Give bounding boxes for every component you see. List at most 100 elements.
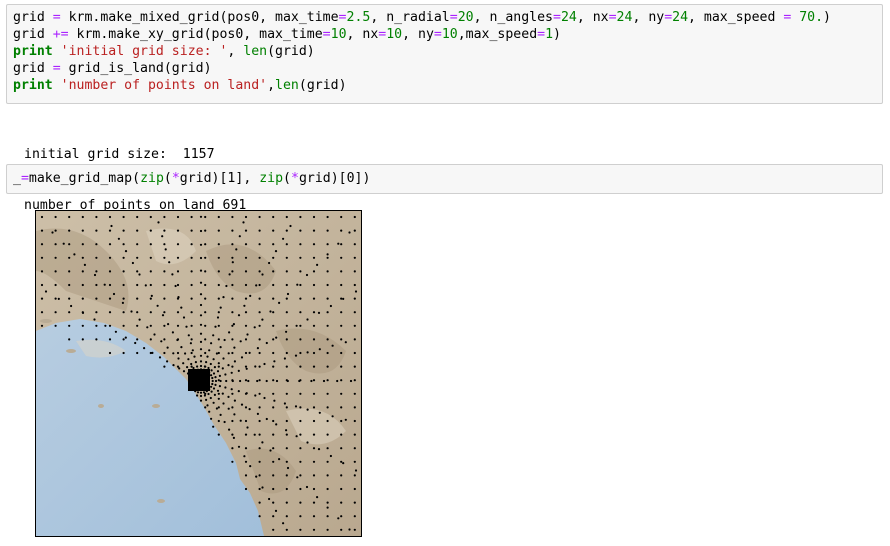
grid-point	[261, 273, 264, 276]
grid-point	[210, 369, 213, 372]
grid-point	[239, 419, 242, 422]
grid-point	[244, 324, 248, 327]
grid-point	[273, 399, 276, 402]
grid-point	[199, 391, 203, 394]
grid-point	[108, 256, 112, 259]
grid-point	[231, 270, 234, 273]
grid-point	[340, 515, 343, 518]
grid-point	[174, 284, 177, 288]
grid-point	[54, 283, 57, 287]
grid-point	[265, 379, 268, 383]
grid-point	[199, 360, 203, 363]
grid-point	[217, 215, 220, 219]
grid-point	[231, 256, 234, 259]
code-token: , n_angles	[473, 10, 553, 25]
grid-point	[122, 324, 125, 327]
grid-point	[340, 351, 343, 355]
grid-point	[209, 362, 212, 366]
grid-point	[326, 324, 329, 327]
grid-point	[217, 433, 220, 436]
grid-point	[51, 231, 54, 234]
grid-point	[176, 283, 180, 287]
grid-point	[176, 311, 180, 314]
grid-point	[244, 433, 248, 436]
grid-point	[212, 372, 216, 375]
code-line: grid = grid_is_land(grid)	[13, 60, 876, 77]
grid-point	[326, 215, 329, 219]
grid-point	[340, 487, 343, 491]
grid-point	[231, 392, 234, 395]
grid-point	[326, 501, 329, 504]
grid-point	[68, 297, 71, 300]
grid-point	[312, 419, 316, 423]
grid-point	[269, 310, 272, 313]
grid-point	[258, 215, 261, 219]
grid-point	[217, 338, 220, 341]
grid-point	[171, 273, 174, 276]
grid-point	[40, 256, 44, 259]
grid-point	[153, 333, 156, 336]
grid-point	[231, 297, 234, 300]
grid-point	[286, 466, 290, 470]
grid-point	[231, 215, 234, 219]
grid-point	[353, 406, 356, 409]
grid-point	[163, 270, 166, 273]
code-token: len	[275, 78, 299, 93]
grid-point	[244, 283, 248, 287]
grid-point	[134, 341, 137, 345]
grid-point	[353, 297, 356, 300]
grid-point	[146, 326, 149, 329]
grid-point	[108, 243, 112, 246]
grid-point	[182, 362, 185, 365]
grid-point	[124, 336, 127, 339]
grid-point	[108, 338, 112, 341]
grid-point	[166, 360, 169, 363]
code-token: 1	[545, 27, 554, 42]
code-token: 10	[330, 27, 347, 42]
grid-point	[312, 433, 316, 436]
grid-point	[285, 229, 288, 232]
grid-point	[40, 311, 44, 314]
grid-point	[258, 419, 261, 423]
grid-point	[130, 310, 133, 313]
grid-point	[263, 396, 266, 400]
code-token: _	[13, 171, 21, 186]
grid-point	[54, 229, 57, 232]
grid-point	[285, 324, 288, 327]
grid-point	[239, 340, 242, 343]
grid-point	[340, 474, 343, 477]
grid-point	[312, 474, 316, 477]
grid-point	[95, 283, 98, 287]
grid-point	[342, 297, 345, 300]
grid-point	[285, 311, 288, 314]
grid-point	[326, 243, 329, 246]
grid-point	[163, 243, 166, 246]
grid-point	[149, 229, 152, 232]
grid-point	[353, 419, 356, 423]
grid-point	[340, 379, 343, 382]
grid-point	[108, 283, 112, 287]
grid-point	[136, 270, 139, 273]
grid-point	[222, 357, 225, 360]
code-cell-2[interactable]: _=make_grid_map(zip(*grid)[1], zip(*grid…	[6, 164, 883, 194]
grid-point	[217, 229, 220, 232]
grid-point	[286, 379, 289, 383]
code-token: =	[433, 27, 442, 42]
grid-point	[190, 229, 193, 232]
grid-point	[81, 311, 85, 314]
grid-point	[312, 229, 316, 232]
grid-point	[199, 243, 203, 246]
grid-point	[244, 243, 248, 246]
grid-point	[244, 311, 248, 314]
grid-point	[196, 391, 200, 394]
code-token: =	[52, 10, 61, 25]
grid-point	[225, 284, 228, 288]
grid-point	[299, 487, 302, 491]
grid-point	[269, 449, 272, 452]
grid-point	[231, 283, 234, 287]
grid-point	[258, 460, 261, 463]
code-token: =	[537, 27, 546, 42]
code-cell-1[interactable]: grid = krm.make_mixed_grid(pos0, max_tim…	[6, 4, 883, 104]
code-line: print 'initial grid size: ', len(grid)	[13, 43, 876, 60]
